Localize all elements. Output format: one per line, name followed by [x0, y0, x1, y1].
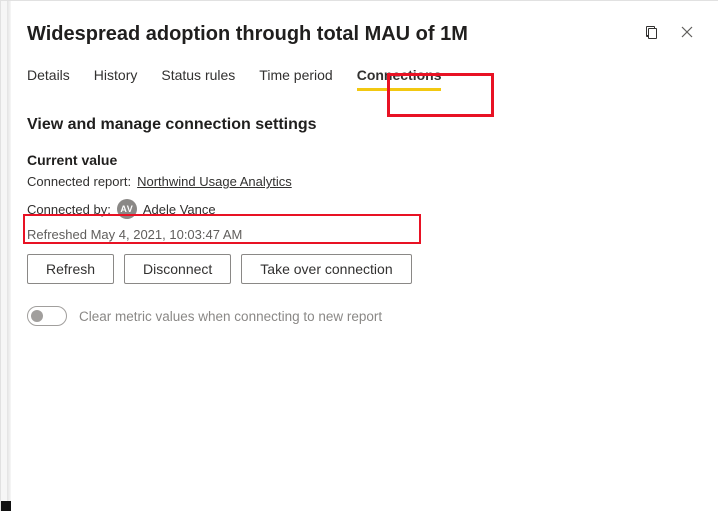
tab-time-period[interactable]: Time period — [259, 67, 332, 93]
disconnect-button[interactable]: Disconnect — [124, 254, 231, 284]
connected-by-line: Connected by: AV Adele Vance — [27, 199, 702, 219]
avatar: AV — [117, 199, 137, 219]
toggle-label: Clear metric values when connecting to n… — [79, 309, 382, 324]
connected-report-line: Connected report: Northwind Usage Analyt… — [27, 174, 702, 189]
copy-icon[interactable] — [642, 23, 660, 41]
tab-bar: Details History Status rules Time period… — [11, 47, 718, 94]
connected-report-prefix: Connected report: — [27, 174, 131, 189]
tab-details[interactable]: Details — [27, 67, 70, 93]
connected-report-link[interactable]: Northwind Usage Analytics — [137, 174, 292, 189]
refresh-button[interactable]: Refresh — [27, 254, 114, 284]
close-icon[interactable] — [678, 23, 696, 41]
connected-by-name: Adele Vance — [143, 202, 216, 217]
details-panel: Widespread adoption through total MAU of… — [0, 0, 718, 511]
clear-values-toggle[interactable] — [27, 306, 67, 326]
tab-status-rules[interactable]: Status rules — [161, 67, 235, 93]
connected-by-prefix: Connected by: — [27, 202, 111, 217]
toggle-knob — [31, 310, 43, 322]
refreshed-line: Refreshed May 4, 2021, 10:03:47 AM — [27, 227, 702, 242]
panel-body: View and manage connection settings Curr… — [11, 94, 718, 346]
panel-content: Widespread adoption through total MAU of… — [11, 1, 718, 511]
tab-connections[interactable]: Connections — [357, 67, 442, 93]
panel-title: Widespread adoption through total MAU of… — [27, 21, 468, 47]
section-title: View and manage connection settings — [27, 116, 702, 134]
tab-history[interactable]: History — [94, 67, 138, 93]
panel-header: Widespread adoption through total MAU of… — [11, 1, 718, 47]
toggle-row: Clear metric values when connecting to n… — [27, 302, 702, 330]
header-icon-group — [642, 23, 696, 41]
button-row: Refresh Disconnect Take over connection — [27, 254, 702, 284]
take-over-button[interactable]: Take over connection — [241, 254, 411, 284]
current-value-heading: Current value — [27, 152, 702, 168]
